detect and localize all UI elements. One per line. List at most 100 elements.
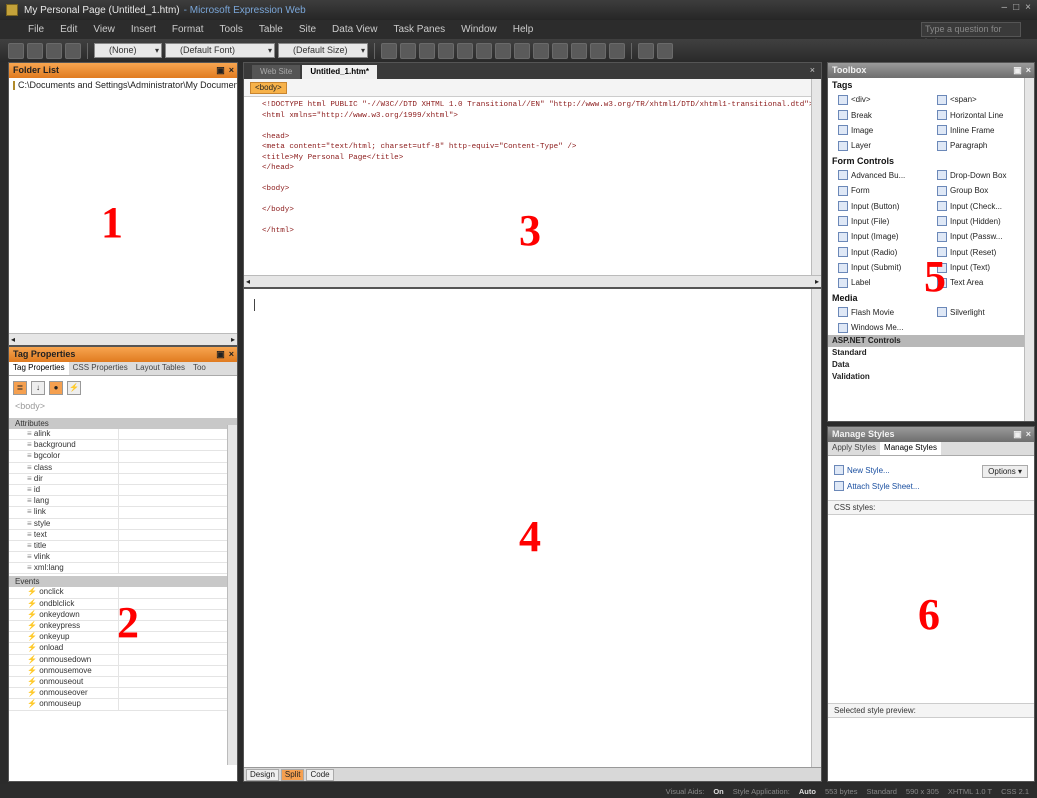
toolbox-form-control-item[interactable]: Form [838,183,935,198]
preview-icon[interactable] [65,42,81,59]
toolbox-tag-item[interactable]: Image [838,123,935,138]
close-button[interactable]: × [1025,2,1031,13]
save-icon[interactable] [46,42,62,59]
property-row[interactable]: alink [9,429,237,441]
toolbox-media-item[interactable]: Silverlight [937,305,1034,320]
font-combo[interactable]: (Default Font) [165,43,275,58]
event-row[interactable]: onmousedown [9,654,237,666]
property-row[interactable]: class [9,462,237,474]
event-row[interactable]: onmouseout [9,676,237,689]
menu-insert[interactable]: Insert [123,24,164,35]
event-row[interactable]: onmousemove [9,665,237,677]
align-left-icon[interactable] [438,42,454,59]
menu-help[interactable]: Help [505,24,542,35]
options-button[interactable]: Options ▾ [982,465,1028,478]
align-right-icon[interactable] [476,42,492,59]
minimize-button[interactable]: – [1002,2,1008,13]
attributes-group[interactable]: Attributes [9,418,237,429]
css-schema[interactable]: CSS 2.1 [1001,787,1029,796]
property-row[interactable]: style [9,518,237,530]
menu-view[interactable]: View [85,24,123,35]
properties-icon[interactable] [657,42,673,59]
toolbox-form-control-item[interactable]: Label [838,275,935,290]
validation-section[interactable]: Validation [828,371,1034,383]
page-size[interactable]: 590 x 305 [906,787,939,796]
visual-aids-value[interactable]: On [713,787,723,796]
decrease-indent-icon[interactable] [533,42,549,59]
dock-icon[interactable]: ▣ [1013,63,1022,78]
tab-web-site[interactable]: Web Site [252,65,301,79]
code-view-tab[interactable]: Code [306,768,334,781]
tab-apply-styles[interactable]: Apply Styles [828,442,880,455]
toolbox-tag-item[interactable]: <span> [937,92,1034,107]
toolbox-tag-item[interactable]: Break [838,107,935,122]
form-controls-section[interactable]: Form Controls [828,154,1034,168]
tab-tag-properties[interactable]: Tag Properties [9,362,69,375]
toolbox-tag-item[interactable]: Inline Frame [937,123,1034,138]
new-icon[interactable] [8,42,24,59]
close-icon[interactable]: × [1026,63,1031,78]
property-row[interactable]: link [9,507,237,519]
style-application-value[interactable]: Auto [799,787,816,796]
property-row[interactable]: bgcolor [9,451,237,463]
font-color-icon[interactable] [609,42,625,59]
quick-tag-body[interactable]: <body> [250,82,287,94]
toolbox-tag-item[interactable]: <div> [838,92,935,107]
event-row[interactable]: onmouseover [9,688,237,700]
tab-untitled-1[interactable]: Untitled_1.htm* [302,65,377,79]
highlight-icon[interactable] [590,42,606,59]
tab-manage-styles[interactable]: Manage Styles [880,442,941,455]
toolbox-media-item[interactable]: Windows Me... [838,320,935,335]
sort-alpha-icon[interactable]: ↓ [31,381,45,395]
aspnet-controls-section[interactable]: ASP.NET Controls [828,335,1034,348]
italic-icon[interactable] [400,42,416,59]
underline-icon[interactable] [419,42,435,59]
toolbox-form-control-item[interactable]: Input (Radio) [838,245,935,260]
categorized-icon[interactable]: ≣ [13,381,27,395]
property-row[interactable]: id [9,484,237,497]
style-combo[interactable]: (None) [94,43,162,58]
toolbox-form-control-item[interactable]: Drop-Down Box [937,168,1034,183]
menu-file[interactable]: File [20,24,52,35]
toolbox-tag-item[interactable]: Horizontal Line [937,107,1034,122]
help-search-input[interactable]: Type a question for help [921,22,1021,47]
bullets-icon[interactable] [514,42,530,59]
toolbox-media-item[interactable]: Flash Movie [838,305,935,320]
menu-site[interactable]: Site [291,24,324,35]
bold-icon[interactable] [381,42,397,59]
menu-table[interactable]: Table [251,24,291,35]
standard-section[interactable]: Standard [828,347,1034,359]
toolbox-form-control-item[interactable]: Input (Hidden) [937,214,1034,229]
scroll-left-icon[interactable]: ◂ [246,276,250,287]
event-row[interactable]: onmouseup [9,699,237,711]
toolbox-form-control-item[interactable]: Input (Check... [937,198,1034,213]
numbering-icon[interactable] [495,42,511,59]
close-document-icon[interactable]: × [810,65,815,75]
attach-style-sheet-link[interactable]: Attach Style Sheet... [828,478,1034,494]
property-row[interactable]: background [9,440,237,452]
property-row[interactable]: title [9,540,237,553]
property-row[interactable]: text [9,529,237,541]
toolbox-form-control-item[interactable]: Input (Passw... [937,229,1034,244]
increase-indent-icon[interactable] [552,42,568,59]
close-icon[interactable]: × [229,347,234,362]
tab-css-properties[interactable]: CSS Properties [69,362,132,375]
design-view-panel[interactable]: Design Split Code 4 [243,288,822,782]
menu-edit[interactable]: Edit [52,24,85,35]
toolbox-form-control-item[interactable]: Input (File) [838,214,935,229]
toolbox-form-control-item[interactable]: Group Box [937,183,1034,198]
close-icon[interactable]: × [229,63,234,78]
menu-data-view[interactable]: Data View [324,24,385,35]
menu-window[interactable]: Window [453,24,505,35]
property-row[interactable]: dir [9,473,237,485]
size-combo[interactable]: (Default Size) [278,43,368,58]
toolbox-tag-item[interactable]: Layer [838,138,935,153]
toolbox-form-control-item[interactable]: Advanced Bu... [838,168,935,183]
dock-icon[interactable]: ▣ [216,63,225,78]
toolbox-form-control-item[interactable]: Input (Reset) [937,245,1034,260]
vertical-scrollbar[interactable] [227,425,237,765]
dock-icon[interactable]: ▣ [1013,427,1022,442]
tags-section[interactable]: Tags [828,78,1034,92]
open-icon[interactable] [27,42,43,59]
maximize-button[interactable]: □ [1013,2,1019,13]
